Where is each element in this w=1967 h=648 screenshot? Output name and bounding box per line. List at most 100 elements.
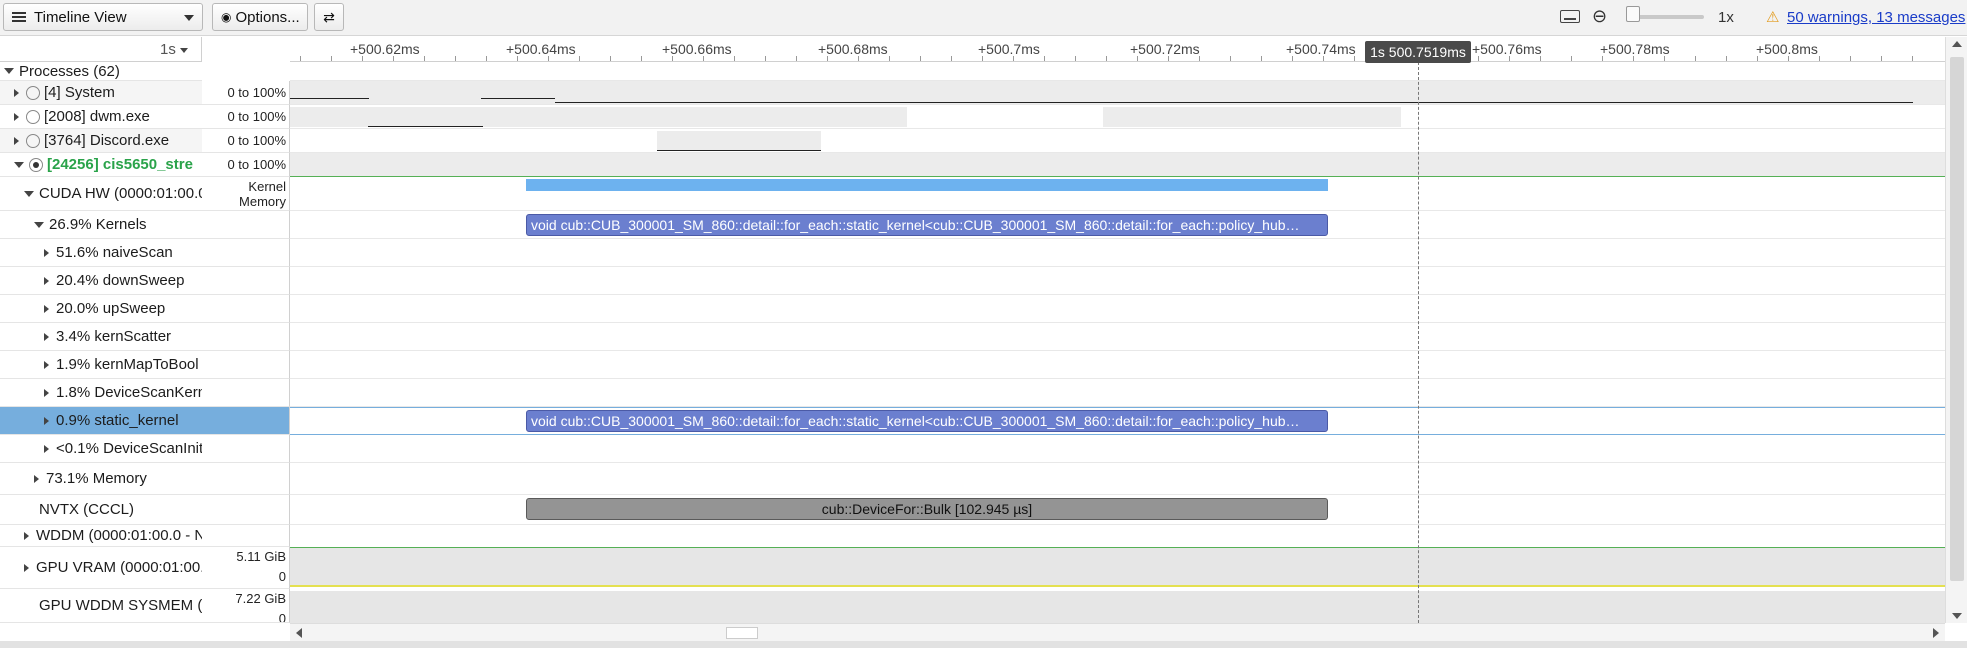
scroll-right-icon[interactable] [1933,628,1939,638]
time-ruler[interactable]: +500.62ms +500.64ms +500.66ms +500.68ms … [290,37,1945,62]
options-button[interactable]: ◉ Options... [212,3,308,31]
radio-icon[interactable] [26,133,40,148]
lane-kernels[interactable]: void cub::CUB_300001_SM_860::detail::for… [290,211,1945,239]
tree-item-gpu-vram[interactable]: GPU VRAM (0000:01:00.0 [0,547,202,589]
tree-item-target-process[interactable]: [24256] cis5650_stre [0,153,202,177]
scroll-left-icon[interactable] [296,628,302,638]
tree-item-dwm[interactable]: [2008] dwm.exe [0,105,202,129]
ruler-tick-label: +500.78ms [1600,41,1670,57]
tree-item-label: NVTX (CCCL) [39,501,135,518]
lane-dwm[interactable] [290,105,1945,129]
activity-band [290,107,907,127]
expand-icon[interactable] [44,276,49,285]
lane-cuda-hw[interactable] [290,177,1945,211]
warnings-link[interactable]: 50 warnings, 13 messages [1787,9,1965,26]
lane-discord[interactable] [290,129,1945,153]
tree-item-label: GPU WDDM SYSMEM (0 [39,597,202,614]
lane-down-sweep[interactable] [290,267,1945,295]
keyboard-icon[interactable] [1560,10,1580,23]
tree-item-system[interactable]: [4] System [0,81,202,105]
scroll-down-icon[interactable] [1952,613,1962,619]
activity-line [290,98,369,99]
expand-icon[interactable] [14,112,19,121]
expand-icon[interactable] [14,136,19,145]
kernel-bar[interactable]: void cub::CUB_300001_SM_860::detail::for… [526,214,1328,236]
expand-icon[interactable] [44,360,49,369]
lane-target-process[interactable] [290,153,1945,177]
sysmem-min-label: 0 [278,611,286,623]
ruler-tick [1230,56,1231,61]
lane-kern-map-to-bool[interactable] [290,351,1945,379]
lane-system[interactable] [290,81,1945,105]
tree-item-device-scan-init[interactable]: <0.1% DeviceScanInit [0,435,202,463]
ruler-tick [1571,56,1572,61]
expand-icon[interactable] [34,474,39,483]
tree-item-discord[interactable]: [3764] Discord.exe [0,129,202,153]
expand-icon[interactable] [14,88,19,97]
swap-button[interactable]: ⇄ [314,3,344,31]
horizontal-scroll-thumb[interactable] [726,627,758,639]
range-selector[interactable]: 1s [160,41,188,58]
expand-icon[interactable] [44,444,49,453]
lane-up-sweep[interactable] [290,295,1945,323]
tree-item-naive-scan[interactable]: 51.6% naiveScan [0,239,202,267]
nvtx-range-bar[interactable]: cub::DeviceFor::Bulk [102.945 µs] [526,498,1328,520]
lane-device-scan-kernel[interactable] [290,379,1945,407]
tree-item-down-sweep[interactable]: 20.4% downSweep [0,267,202,295]
ruler-tick [1075,56,1076,61]
expand-icon[interactable] [24,563,29,572]
tree-item-kernels[interactable]: 26.9% Kernels [0,211,202,239]
sysmem-usage-area[interactable] [290,591,1945,623]
radio-icon[interactable] [26,85,40,100]
tree-item-processes[interactable]: Processes (62) [0,62,202,81]
ruler-tick [641,56,642,61]
lane-memory[interactable] [290,463,1945,495]
tree-item-kern-scatter[interactable]: 3.4% kernScatter [0,323,202,351]
view-selector-dropdown[interactable]: Timeline View [3,3,203,31]
collapse-icon[interactable] [14,161,24,168]
expand-icon[interactable] [44,416,49,425]
tree-item-gpu-wddm-sysmem[interactable]: GPU WDDM SYSMEM (0 [0,589,202,623]
scroll-up-icon[interactable] [1952,41,1962,47]
ruler-tick-label: +500.66ms [662,41,732,57]
lane-naive-scan[interactable] [290,239,1945,267]
collapse-icon[interactable] [34,221,44,228]
radio-icon[interactable] [26,109,40,124]
expand-icon[interactable] [44,248,49,257]
vertical-scrollbar[interactable] [1945,37,1967,623]
lane-device-scan-init[interactable] [290,435,1945,463]
vertical-scroll-thumb[interactable] [1950,57,1964,581]
collapse-icon[interactable] [24,190,34,197]
expand-icon[interactable] [44,332,49,341]
ruler-tick-label: +500.72ms [1130,41,1200,57]
lane-static-kernel[interactable]: void cub::CUB_300001_SM_860::detail::for… [290,407,1945,435]
tree-item-device-scan-kernel[interactable]: 1.8% DeviceScanKern [0,379,202,407]
lane-wddm[interactable] [290,525,1945,547]
tree-item-label: 73.1% Memory [46,470,147,487]
tree-item-kern-map-to-bool[interactable]: 1.9% kernMapToBool [0,351,202,379]
sysmem-max-label: 7.22 GiB [235,591,286,606]
radio-selected-icon[interactable] [29,157,43,172]
zoom-out-icon[interactable]: ⊖ [1592,6,1607,27]
zoom-slider-handle[interactable] [1626,6,1640,22]
expand-icon[interactable] [44,388,49,397]
lane-kern-scatter[interactable] [290,323,1945,351]
expand-icon[interactable] [24,531,29,540]
static-kernel-bar[interactable]: void cub::CUB_300001_SM_860::detail::for… [526,410,1328,432]
horizontal-scrollbar[interactable] [290,623,1945,641]
tree-item-up-sweep[interactable]: 20.0% upSweep [0,295,202,323]
vram-usage-area[interactable] [290,548,1945,585]
range-cell: 0 to 100% [202,81,290,105]
tree-item-nvtx[interactable]: NVTX (CCCL) [0,495,202,525]
tree-item-cuda-hw[interactable]: CUDA HW (0000:01:00.0 [0,177,202,211]
ruler-tick [1044,56,1045,61]
tree-item-static-kernel[interactable]: 0.9% static_kernel [0,407,202,435]
activity-line [657,150,821,151]
kernel-activity-bar[interactable] [526,179,1328,191]
tree-item-wddm[interactable]: WDDM (0000:01:00.0 - N [0,525,202,547]
expand-icon[interactable] [44,304,49,313]
ruler-tick [1261,56,1262,61]
tree-item-memory[interactable]: 73.1% Memory [0,463,202,495]
lane-nvtx[interactable]: cub::DeviceFor::Bulk [102.945 µs] [290,495,1945,525]
collapse-icon[interactable] [4,68,14,74]
